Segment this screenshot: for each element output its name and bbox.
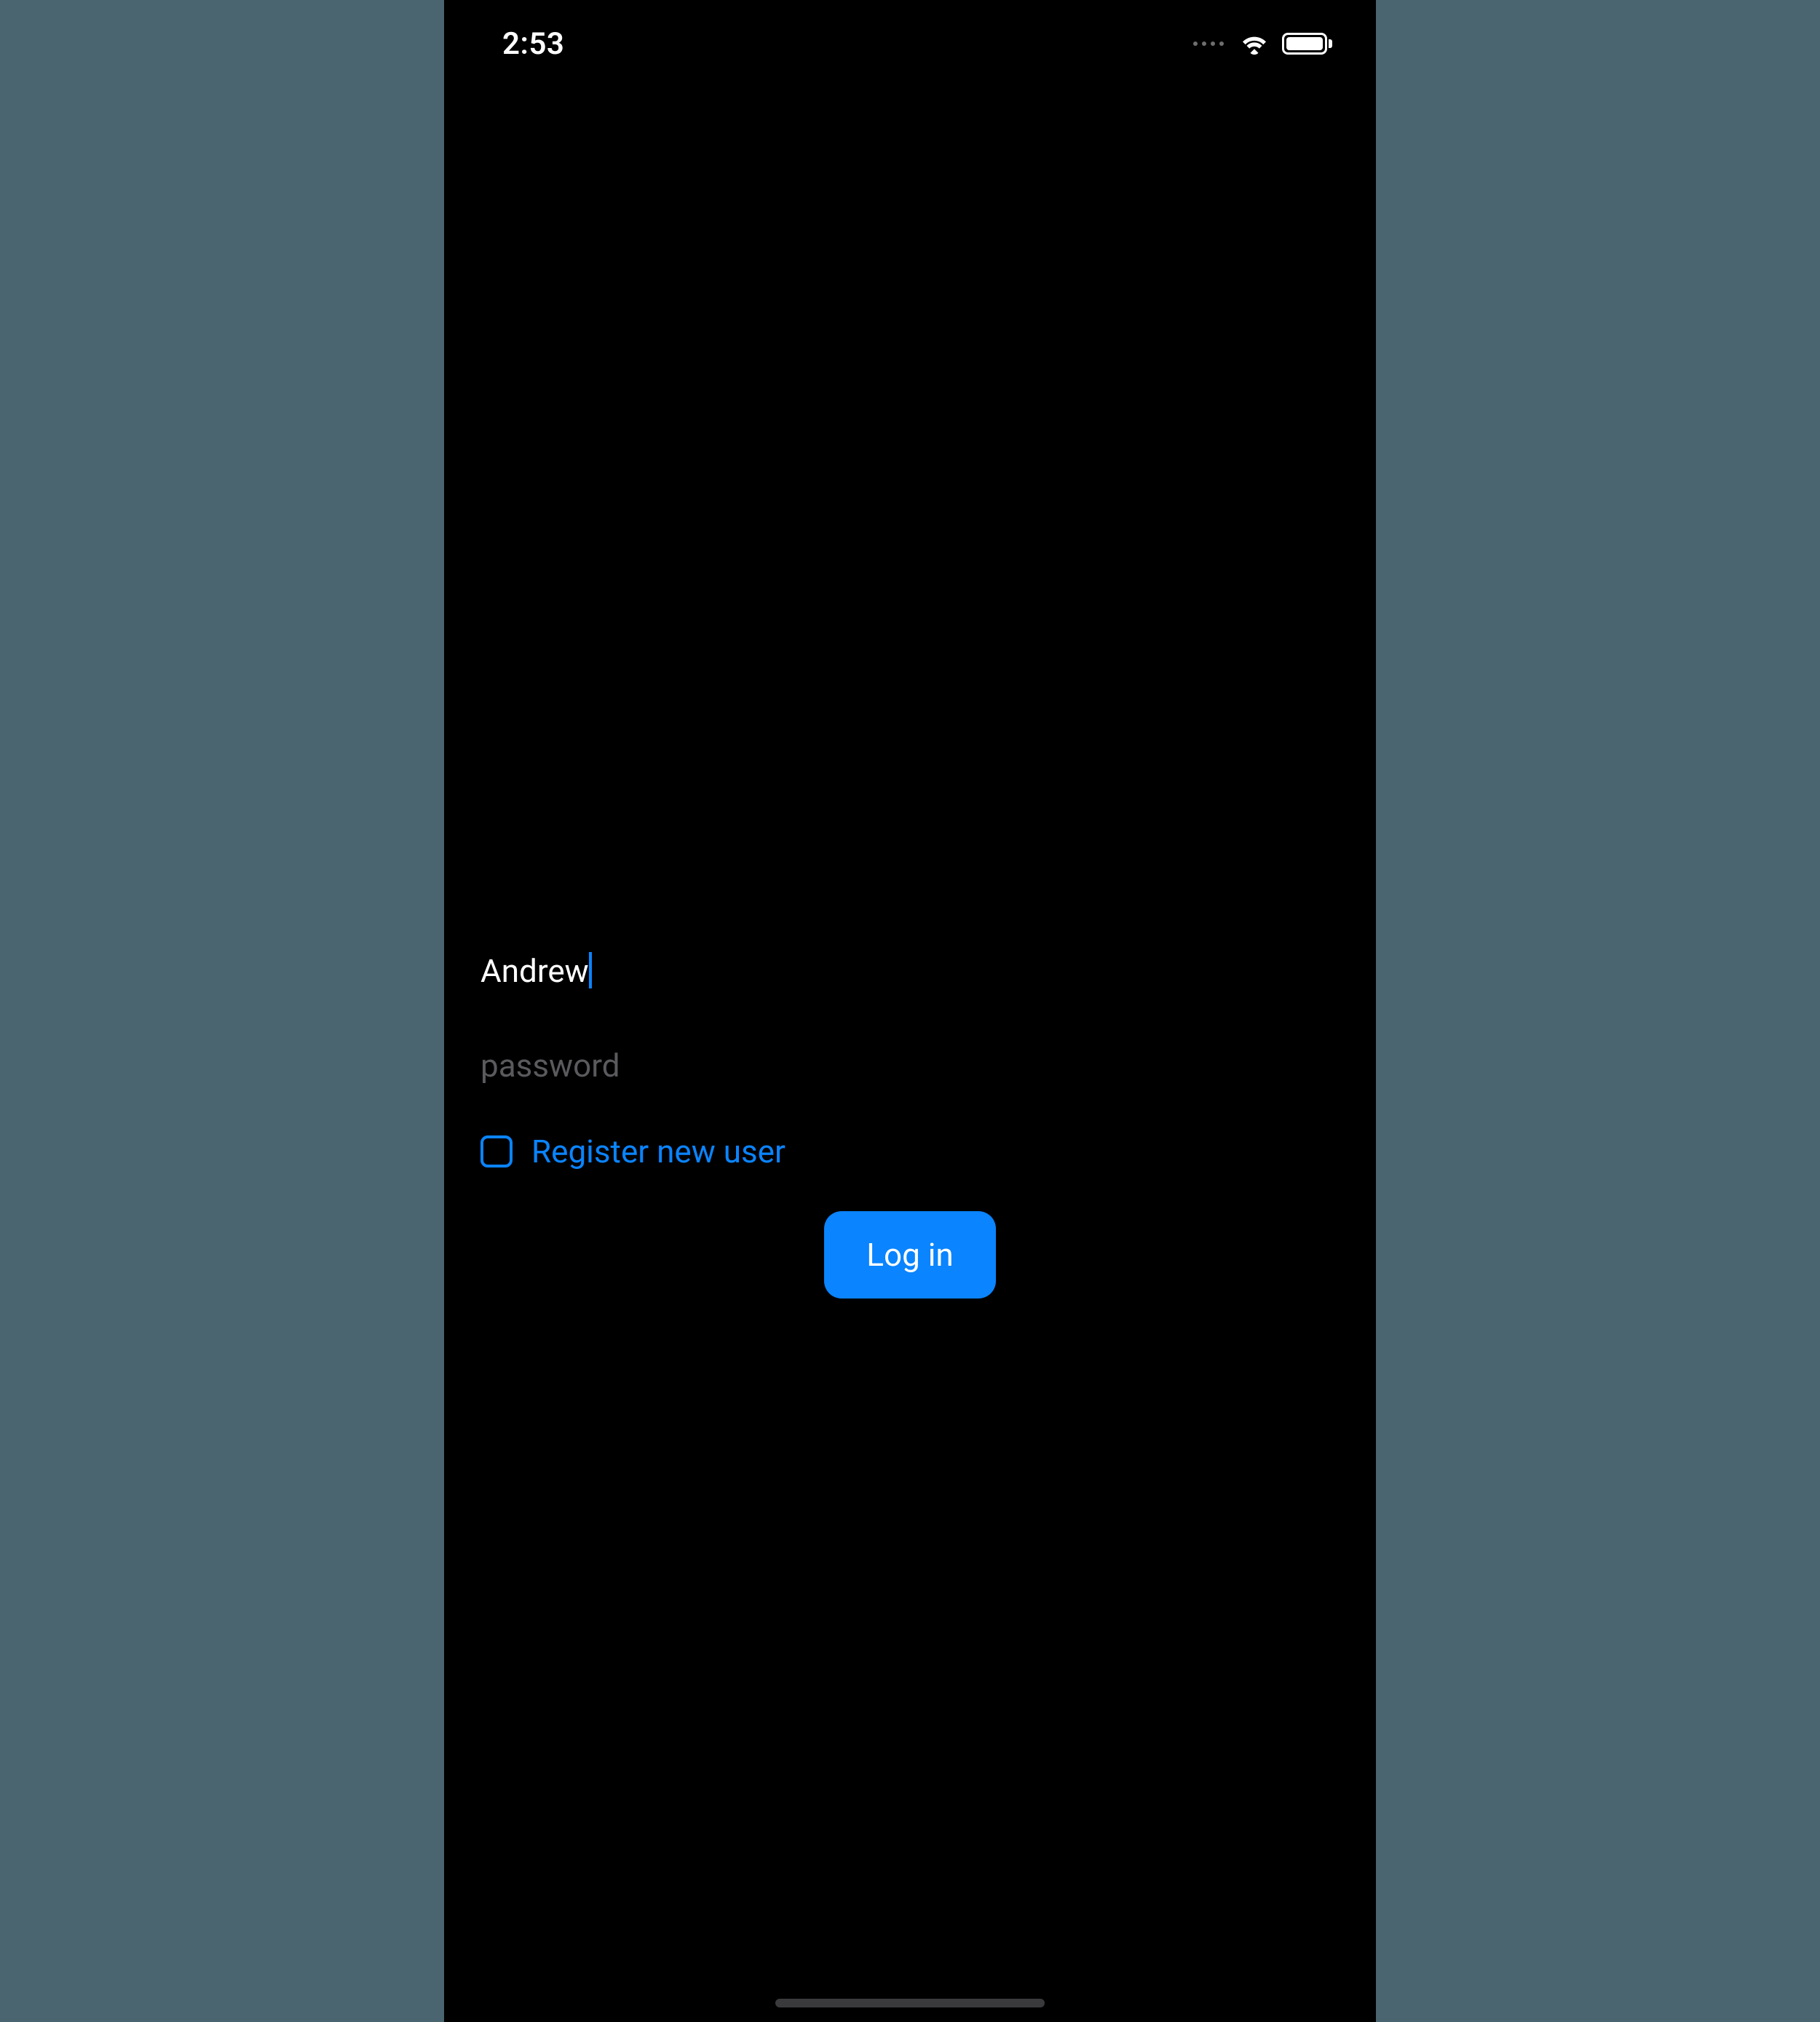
wifi-icon	[1238, 32, 1270, 55]
username-field-wrap	[480, 946, 1340, 997]
register-checkbox[interactable]	[480, 1135, 513, 1167]
cellular-dots-icon	[1193, 41, 1224, 46]
password-input[interactable]	[480, 1041, 1340, 1092]
status-right	[1193, 32, 1332, 55]
username-input[interactable]	[480, 946, 1340, 997]
home-indicator	[775, 1999, 1045, 2007]
status-time: 2:53	[502, 26, 564, 62]
login-button[interactable]: Log in	[824, 1211, 995, 1299]
device-frame: 2:53	[444, 0, 1376, 2022]
register-label[interactable]: Register new user	[531, 1133, 786, 1170]
login-button-row: Log in	[480, 1211, 1340, 1299]
register-row: Register new user	[480, 1133, 1340, 1170]
battery-icon	[1282, 33, 1332, 55]
password-field-wrap	[480, 1041, 1340, 1092]
text-caret	[589, 952, 592, 988]
status-bar: 2:53	[444, 0, 1376, 87]
login-form: Register new user Log in	[480, 946, 1340, 1299]
